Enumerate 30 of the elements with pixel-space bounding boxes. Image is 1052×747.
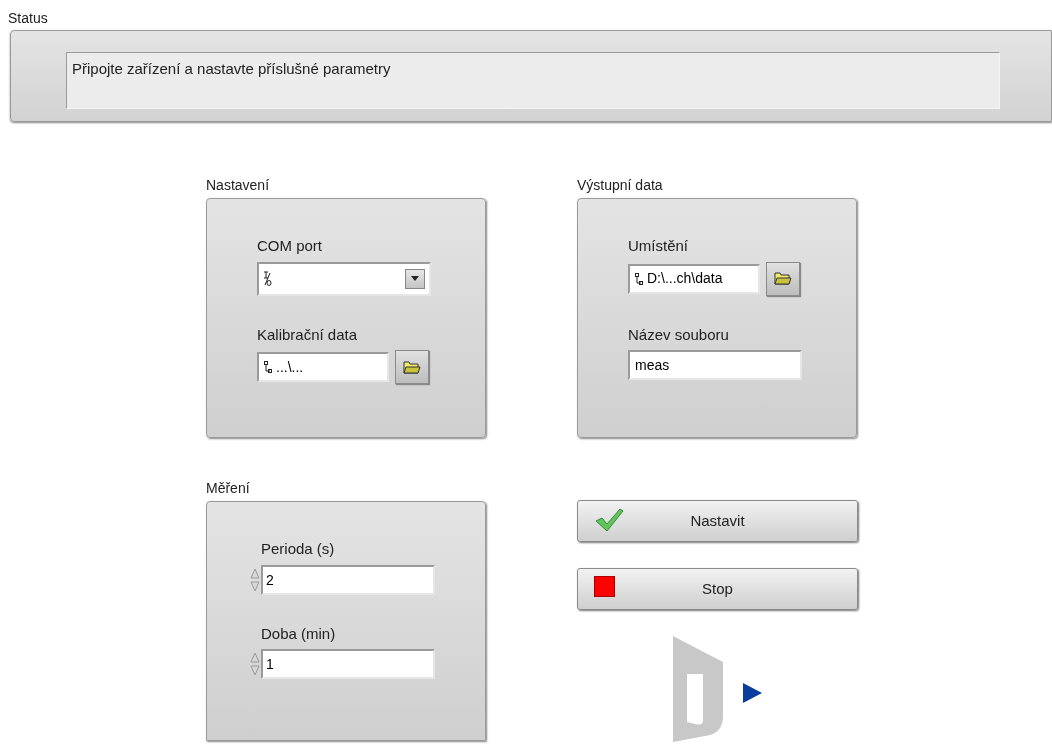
action-button[interactable]: Stop	[577, 568, 858, 610]
stop-icon	[594, 576, 615, 597]
section-title: Měření	[206, 479, 251, 496]
browse-button[interactable]	[766, 261, 800, 296]
visa-resource-icon	[263, 270, 272, 287]
field-label: Kalibrační data	[257, 324, 359, 345]
checkmark-icon	[594, 508, 624, 532]
field-label: Perioda (s)	[261, 539, 336, 559]
path-icon	[635, 272, 643, 285]
status-message: Připojte zařízení a nastavte příslušné parametry	[66, 52, 1000, 109]
caret-icon	[411, 276, 419, 281]
status-label: Status	[7, 9, 49, 28]
numeric-field[interactable]: 2	[261, 564, 435, 595]
field-label: Název souboru	[628, 324, 730, 345]
field-label: COM port	[257, 236, 323, 256]
browse-button[interactable]	[395, 350, 429, 384]
section-title: Nastavení	[206, 176, 271, 193]
numeric-field[interactable]: 1	[261, 649, 435, 679]
action-button[interactable]: Nastavit	[577, 500, 858, 542]
folder-icon	[403, 360, 421, 374]
field-label: Doba (min)	[261, 623, 337, 644]
path-field[interactable]: D:\...ch\data	[628, 263, 760, 294]
dropdown-arrow-button[interactable]	[405, 268, 425, 289]
path-icon	[264, 361, 272, 373]
path-field[interactable]: ...\...	[257, 352, 389, 382]
field-label: Umístění	[628, 236, 689, 256]
section-title: Výstupní data	[577, 176, 664, 193]
logo-icon	[673, 636, 763, 742]
folder-icon	[774, 272, 792, 285]
text-field[interactable]: meas	[628, 350, 802, 380]
